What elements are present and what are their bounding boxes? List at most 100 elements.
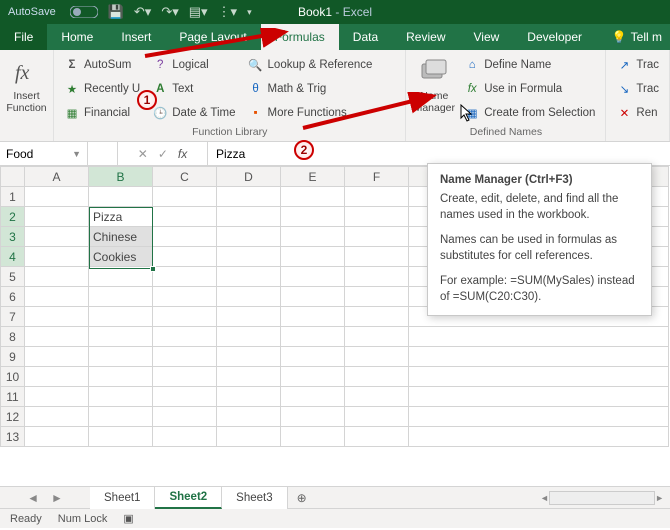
cell[interactable] [217,247,281,267]
cell[interactable] [281,367,345,387]
cell[interactable] [153,247,217,267]
name-box-dropdown-icon[interactable]: ▼ [72,149,81,159]
sheet-tab-2[interactable]: Sheet2 [155,487,222,509]
cell[interactable] [281,267,345,287]
cell[interactable] [89,347,153,367]
row-header[interactable]: 8 [1,327,25,347]
enter-icon[interactable]: ✓ [158,147,168,161]
cell[interactable] [89,187,153,207]
sheet-prev-icon[interactable]: ◄ [27,491,39,505]
cell[interactable] [281,247,345,267]
qat-icon-1[interactable]: ▤▾ [189,4,208,20]
cell[interactable] [217,267,281,287]
col-header-c[interactable]: C [153,167,217,187]
create-from-selection-button[interactable]: ▦Create from Selection [460,102,599,124]
scroll-left-icon[interactable]: ◄ [540,493,549,503]
cell[interactable] [89,267,153,287]
cell[interactable] [409,347,669,367]
cell[interactable] [25,187,89,207]
col-header-d[interactable]: D [217,167,281,187]
save-icon[interactable]: 💾 [108,4,124,20]
cell[interactable] [153,207,217,227]
cell[interactable] [25,407,89,427]
cell[interactable] [89,427,153,447]
insert-function-button[interactable]: fx Insert Function [6,54,47,136]
cell[interactable] [281,187,345,207]
name-box[interactable]: ▼ [0,142,88,165]
cell[interactable] [281,287,345,307]
cell[interactable] [89,327,153,347]
qat-customize-icon[interactable]: ▾ [247,7,252,18]
text-button[interactable]: AText [148,78,239,100]
row-header[interactable]: 7 [1,307,25,327]
sheet-tab-1[interactable]: Sheet1 [90,487,155,509]
name-box-input[interactable] [6,147,70,161]
col-header-a[interactable]: A [25,167,89,187]
cell[interactable] [345,307,409,327]
row-header[interactable]: 1 [1,187,25,207]
cell[interactable] [281,227,345,247]
cell[interactable] [153,187,217,207]
cell[interactable] [217,187,281,207]
tab-view[interactable]: View [460,24,514,50]
cell[interactable] [153,307,217,327]
cell[interactable] [153,427,217,447]
cell[interactable] [281,407,345,427]
cell[interactable] [217,367,281,387]
cell[interactable] [217,387,281,407]
cell[interactable] [25,427,89,447]
cell[interactable] [345,247,409,267]
tab-insert[interactable]: Insert [107,24,165,50]
horizontal-scrollbar[interactable]: ◄► [540,491,670,505]
cell[interactable] [217,227,281,247]
more-functions-button[interactable]: ▪More Functions [244,102,377,124]
cell[interactable] [25,307,89,327]
cell[interactable] [409,427,669,447]
cell[interactable] [153,287,217,307]
cell[interactable] [25,327,89,347]
datetime-button[interactable]: 🕒Date & Time [148,102,239,124]
lookup-button[interactable]: 🔍Lookup & Reference [244,54,377,76]
row-header[interactable]: 5 [1,267,25,287]
cell[interactable] [89,407,153,427]
cell[interactable] [345,367,409,387]
cell[interactable] [409,387,669,407]
cell[interactable] [153,367,217,387]
row-header[interactable]: 2 [1,207,25,227]
redo-icon[interactable]: ↷▾ [161,4,178,20]
row-header[interactable]: 3 [1,227,25,247]
cell[interactable] [345,227,409,247]
cell[interactable] [153,327,217,347]
cell[interactable] [217,287,281,307]
name-manager-button[interactable]: Name Manager [412,54,456,124]
tab-file[interactable]: File [0,24,47,50]
cell[interactable] [345,207,409,227]
row-header[interactable]: 13 [1,427,25,447]
col-header-f[interactable]: F [345,167,409,187]
cell[interactable] [345,187,409,207]
undo-icon[interactable]: ↶▾ [134,4,151,20]
cell[interactable] [89,387,153,407]
tab-page-layout[interactable]: Page Layout [165,24,260,50]
tab-review[interactable]: Review [392,24,459,50]
cell[interactable] [217,307,281,327]
row-header[interactable]: 9 [1,347,25,367]
row-header[interactable]: 12 [1,407,25,427]
cell[interactable] [153,227,217,247]
tab-developer[interactable]: Developer [513,24,596,50]
cell[interactable] [281,347,345,367]
trace-precedents-button[interactable]: ↗Trac [612,54,663,76]
scroll-right-icon[interactable]: ► [655,493,664,503]
cell[interactable] [217,327,281,347]
sheet-next-icon[interactable]: ► [51,491,63,505]
cell-b3[interactable]: Chinese [89,227,153,247]
cell[interactable] [281,307,345,327]
cell[interactable] [153,267,217,287]
remove-arrows-button[interactable]: ✕Ren [612,102,663,124]
cancel-icon[interactable]: ✕ [138,147,148,161]
add-sheet-button[interactable]: ⊕ [288,491,316,505]
row-header[interactable]: 4 [1,247,25,267]
cell[interactable] [345,387,409,407]
tell-me[interactable]: 💡 Tell m [604,24,670,50]
macro-record-icon[interactable]: ▣ [123,512,133,525]
